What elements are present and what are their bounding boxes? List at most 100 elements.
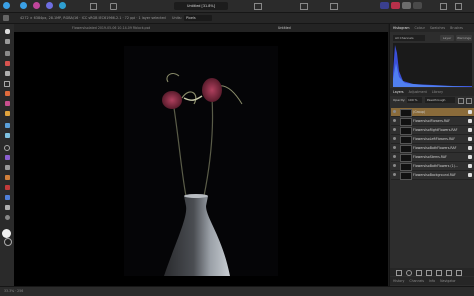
app-logo-icon[interactable] [3,2,10,9]
move-tool[interactable] [3,38,11,45]
mask-icon[interactable] [406,270,412,276]
layer-lock-icon[interactable] [466,98,472,104]
selection-brush-tool[interactable] [3,60,11,67]
arrange-button[interactable] [413,2,422,9]
studio-icon[interactable] [440,3,447,10]
tab-histogram[interactable]: Histogram [393,26,410,30]
persona-liquify-icon[interactable] [33,2,40,9]
histogram-channel-select[interactable]: All Channels [393,35,425,41]
layer-row[interactable]: FlowersIsoRightFlowers.RAF [391,126,474,135]
colour-swatch-icon[interactable] [2,229,11,238]
duplicate-icon[interactable] [446,270,452,276]
tab-library[interactable]: Library [432,90,443,94]
layer-thumbnail [400,172,412,180]
erase-tool[interactable] [3,122,11,129]
layer-row[interactable]: FlowersIsoBothFlowers (1)... [391,162,474,171]
tab-swatches[interactable]: Swatches [430,26,445,30]
layer-checkbox[interactable] [468,137,472,141]
layer-row[interactable]: FlowersIsoBothFlowers.RAF [391,144,474,153]
blend-mode-select[interactable]: Passthrough [425,97,455,103]
layer-button[interactable]: Layer [440,35,454,41]
tab-brushes[interactable]: Brushes [450,26,463,30]
selection-button[interactable] [391,2,400,9]
crop-tool[interactable] [3,50,11,57]
export-icon[interactable] [455,3,462,10]
blemish-tool[interactable] [3,154,11,161]
layer-name: FlowersIsoStems.RAF [413,155,447,159]
shape-tool[interactable] [3,194,11,201]
layer-checkbox[interactable] [468,110,472,114]
smudge-tool[interactable] [3,174,11,181]
fill-tool[interactable] [3,110,11,117]
warnings-button[interactable]: Warnings [456,35,472,41]
crop-icon [4,51,10,56]
tab-document-1[interactable]: FlowersIsolated 2019-05-06 10-14-09 Rblo… [72,24,150,32]
studio-panel: Histogram Colour Swatches Brushes All Chann… [389,24,474,290]
tab-adjustment[interactable]: Adjustment [409,90,427,94]
tab-info[interactable]: Info [429,279,435,283]
visibility-icon[interactable] [393,164,396,167]
marquee-icon [4,80,10,87]
visibility-icon[interactable] [393,146,396,149]
persona-tonemap-icon[interactable] [59,2,66,9]
quickmask-button[interactable] [380,2,389,9]
layer-name: FlowersIsolFlowers.RAF [413,119,450,123]
text-tool[interactable] [3,204,11,211]
layer-checkbox[interactable] [468,173,472,177]
add-layer-icon[interactable] [396,270,402,276]
layer-row[interactable]: FlowersIsoStems.RAF [391,153,474,162]
hand-tool[interactable] [3,28,11,35]
paint-brush-tool[interactable] [3,90,11,97]
layer-options-icon[interactable] [458,98,464,104]
red-eye-tool[interactable] [3,184,11,191]
tab-document-2[interactable]: Untitled [278,24,291,32]
persona-photo-icon[interactable] [20,2,27,9]
toolbar-view-icon[interactable] [254,3,262,10]
dodge-icon [4,133,10,138]
visibility-icon[interactable] [393,128,396,131]
toolbar-assistant-icon[interactable] [330,3,338,10]
layer-checkbox[interactable] [468,164,472,168]
layer-name: FlowersIsoLeftFlowers.RAF [413,137,456,141]
toolbar-grid-icon[interactable] [90,3,97,10]
fx-icon[interactable] [426,270,432,276]
layer-row[interactable]: (Group) [391,108,474,117]
layer-thumbnail [400,136,412,144]
layer-row[interactable]: FlowersIsolFlowers.RAF [391,117,474,126]
layer-checkbox[interactable] [468,128,472,132]
group-icon[interactable] [436,270,442,276]
layer-checkbox[interactable] [468,146,472,150]
tab-layers[interactable]: Layers [393,90,404,94]
refine-button[interactable] [402,2,411,9]
pen-tool[interactable] [3,164,11,171]
toolbar-crop-icon[interactable] [110,3,117,10]
dodge-tool[interactable] [3,132,11,139]
visibility-icon[interactable] [393,119,396,122]
toolbar-snapping-icon[interactable] [300,3,308,10]
clone-tool[interactable] [3,144,11,151]
histogram-curve [393,45,472,87]
units-select[interactable]: Pixels [184,15,212,21]
visibility-icon[interactable] [393,137,396,140]
layer-row[interactable]: FlowersIsoLeftFlowers.RAF [391,135,474,144]
tab-colour[interactable]: Colour [415,26,425,30]
layer-checkbox[interactable] [468,155,472,159]
zoom-tool[interactable] [3,214,11,221]
opacity-field[interactable]: 100 % [407,97,422,103]
visibility-icon[interactable] [393,155,396,158]
visibility-icon[interactable] [393,173,396,176]
secondary-swatch-icon[interactable] [4,238,12,246]
marquee-tool[interactable] [3,80,11,87]
persona-develop-icon[interactable] [46,2,53,9]
layer-checkbox[interactable] [468,119,472,123]
tab-channels[interactable]: Channels [409,279,424,283]
tab-history[interactable]: History [393,279,404,283]
visibility-icon[interactable] [393,110,396,113]
tab-navigator[interactable]: Navigator [440,279,456,283]
color-picker-tool[interactable] [3,100,11,107]
flood-select-tool[interactable] [3,70,11,77]
pen-icon [4,165,10,170]
layer-row[interactable]: FlowersIsoBackground.RAF [391,171,474,180]
delete-layer-icon[interactable] [456,270,462,276]
adjustment-icon[interactable] [416,270,422,276]
